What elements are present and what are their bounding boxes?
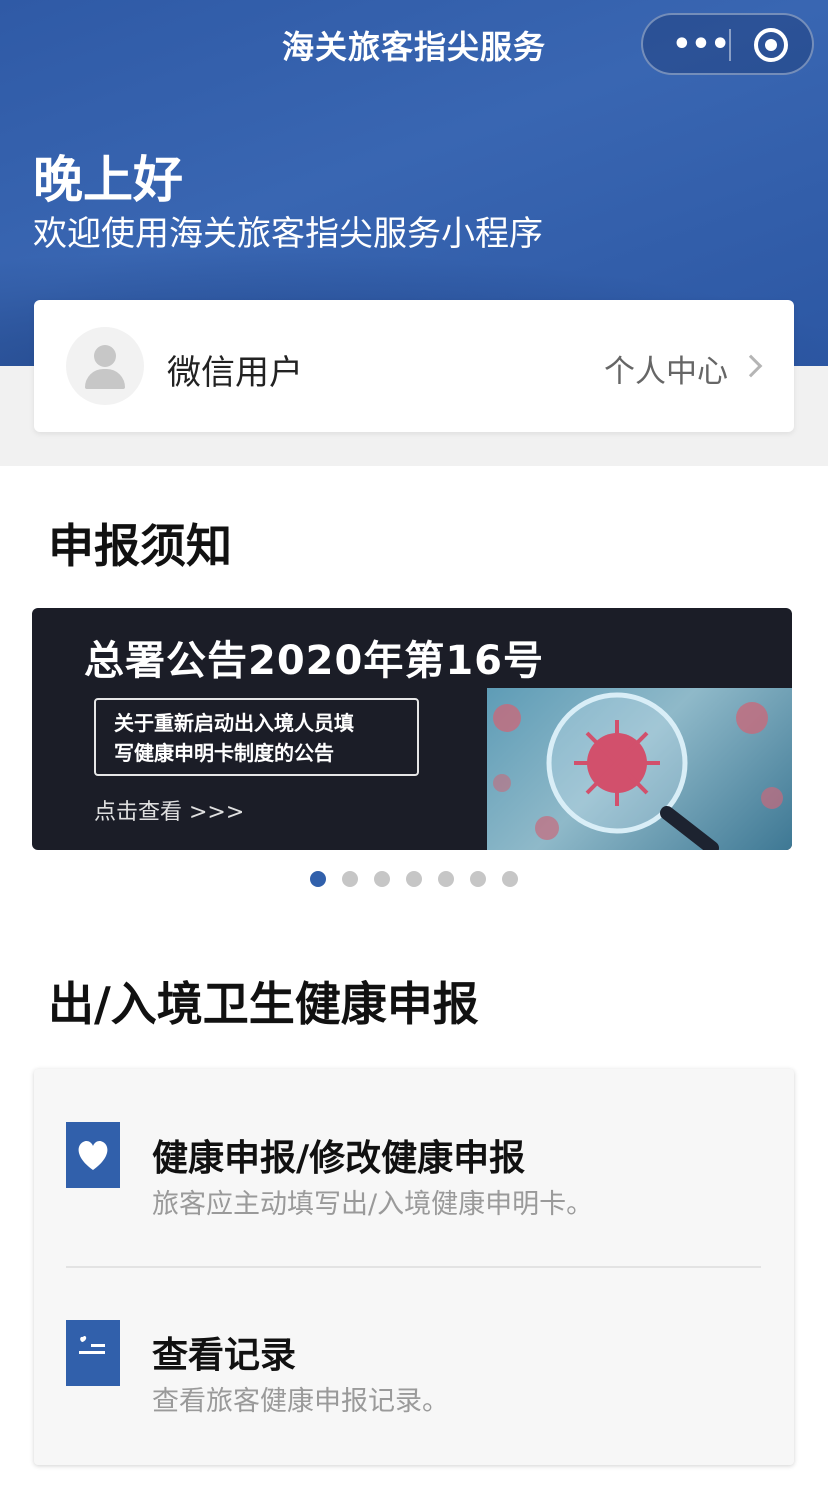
banner-line-2: 写健康申明卡制度的公告 — [114, 741, 334, 765]
pagination-dot-5[interactable] — [438, 871, 454, 887]
service-subtitle: 旅客应主动填写出/入境健康申明卡。 — [152, 1189, 594, 1220]
greeting-subtitle: 欢迎使用海关旅客指尖服务小程序 — [33, 214, 543, 254]
mini-program-capsule: ••• — [641, 13, 814, 75]
announcement-banner[interactable]: 总署公告2020年第16号 关于重新启动出入境人员填 写健康申明卡制度的公告 点… — [32, 608, 792, 850]
banner-description-box: 关于重新启动出入境人员填 写健康申明卡制度的公告 — [94, 698, 419, 776]
avatar-body — [85, 369, 125, 389]
virus-magnifier-image — [487, 688, 792, 850]
notice-section-title: 申报须知 — [48, 519, 232, 573]
banner-title: 总署公告2020年第16号 — [84, 638, 544, 684]
pagination-dot-1[interactable] — [310, 871, 326, 887]
close-target-icon[interactable] — [754, 28, 788, 62]
banner-view-link[interactable]: 点击查看 >>> — [94, 794, 244, 826]
banner-line-1: 关于重新启动出入境人员填 — [114, 711, 354, 735]
virus-illustration — [493, 692, 783, 850]
avatar-head — [94, 345, 116, 367]
greeting-title: 晚上好 — [33, 151, 183, 209]
health-section-title: 出/入境卫生健康申报 — [48, 977, 479, 1031]
user-card[interactable]: 微信用户 个人中心 — [34, 300, 794, 432]
service-title: 查看记录 — [152, 1335, 297, 1376]
capsule-divider — [729, 29, 731, 61]
heart-icon — [66, 1122, 120, 1188]
pagination-dot-6[interactable] — [470, 871, 486, 887]
record-glyph — [79, 1335, 105, 1354]
record-list-icon — [66, 1320, 120, 1386]
profile-center-link[interactable]: 个人中心 — [604, 346, 728, 391]
pagination-dot-2[interactable] — [342, 871, 358, 887]
user-name: 微信用户 — [167, 353, 303, 393]
pagination-dot-7[interactable] — [502, 871, 518, 887]
pagination-dot-3[interactable] — [374, 871, 390, 887]
heart-glyph — [78, 1140, 108, 1170]
service-title: 健康申报/修改健康申报 — [152, 1138, 526, 1179]
pagination-dot-4[interactable] — [406, 871, 422, 887]
service-card: 健康申报/修改健康申报 旅客应主动填写出/入境健康申明卡。 查看记录 查看旅客健… — [34, 1069, 794, 1465]
user-avatar-icon — [66, 327, 144, 405]
banner-pagination — [0, 871, 828, 889]
chevron-right-icon — [739, 354, 763, 378]
service-subtitle: 查看旅客健康申报记录。 — [152, 1386, 449, 1417]
more-dots-icon[interactable]: ••• — [671, 30, 731, 60]
service-divider — [66, 1266, 761, 1268]
